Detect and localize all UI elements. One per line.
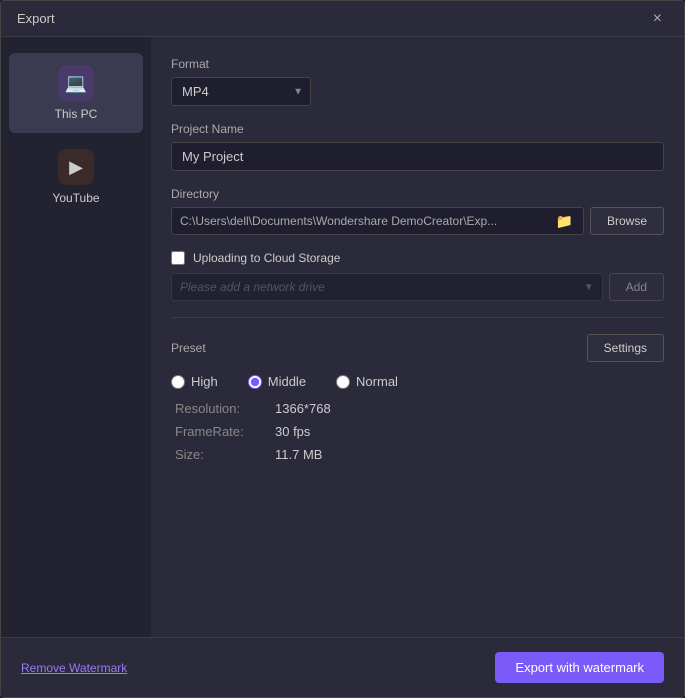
- network-drive-arrow: ▼: [584, 282, 594, 293]
- preset-middle-option[interactable]: Middle: [248, 374, 306, 389]
- project-name-group: Project Name: [171, 122, 664, 171]
- directory-input-wrap: C:\Users\dell\Documents\Wondershare Demo…: [171, 207, 584, 235]
- resolution-value: 1366*768: [275, 401, 331, 416]
- preset-high-option[interactable]: High: [171, 374, 218, 389]
- network-drive-row: Please add a network drive ▼ Add: [171, 273, 664, 301]
- project-name-input[interactable]: [171, 142, 664, 171]
- cloud-section: Uploading to Cloud Storage Please add a …: [171, 251, 664, 301]
- preset-normal-option[interactable]: Normal: [336, 374, 398, 389]
- add-network-button[interactable]: Add: [609, 273, 664, 301]
- directory-label: Directory: [171, 187, 664, 201]
- spec-row-resolution: Resolution: 1366*768: [175, 401, 664, 416]
- specs-table: Resolution: 1366*768 FrameRate: 30 fps S…: [175, 401, 664, 462]
- remove-watermark-button[interactable]: Remove Watermark: [21, 661, 127, 675]
- dialog-content: 💻 This PC ▶ YouTube Format MP4 AVI MOV G…: [1, 37, 684, 637]
- format-group: Format MP4 AVI MOV GIF ▼: [171, 57, 664, 106]
- framerate-key: FrameRate:: [175, 424, 275, 439]
- sidebar-label-youtube: YouTube: [52, 191, 99, 205]
- browse-button[interactable]: Browse: [590, 207, 664, 235]
- sidebar-item-youtube[interactable]: ▶ YouTube: [9, 137, 143, 217]
- preset-middle-radio[interactable]: [248, 375, 262, 389]
- main-panel: Format MP4 AVI MOV GIF ▼ Project Name: [151, 37, 684, 637]
- format-select[interactable]: MP4 AVI MOV GIF: [171, 77, 311, 106]
- format-select-wrapper: MP4 AVI MOV GIF ▼: [171, 77, 311, 106]
- dialog-title: Export: [17, 11, 55, 26]
- settings-button[interactable]: Settings: [587, 334, 664, 362]
- preset-middle-label: Middle: [268, 374, 306, 389]
- export-dialog: Export × 💻 This PC ▶ YouTube Format MP4 …: [0, 0, 685, 698]
- close-button[interactable]: ×: [647, 9, 668, 29]
- framerate-value: 30 fps: [275, 424, 310, 439]
- footer: Remove Watermark Export with watermark: [1, 637, 684, 697]
- preset-section: Preset Settings High Middle Normal: [171, 334, 664, 462]
- folder-icon-button[interactable]: 📁: [554, 211, 575, 232]
- export-button[interactable]: Export with watermark: [495, 652, 664, 683]
- sidebar-label-this-pc: This PC: [55, 107, 98, 121]
- size-key: Size:: [175, 447, 275, 462]
- preset-high-label: High: [191, 374, 218, 389]
- sidebar: 💻 This PC ▶ YouTube: [1, 37, 151, 637]
- format-label: Format: [171, 57, 664, 71]
- spec-row-framerate: FrameRate: 30 fps: [175, 424, 664, 439]
- resolution-key: Resolution:: [175, 401, 275, 416]
- title-bar: Export ×: [1, 1, 684, 37]
- spec-row-size: Size: 11.7 MB: [175, 447, 664, 462]
- size-value: 11.7 MB: [275, 447, 322, 462]
- preset-normal-radio[interactable]: [336, 375, 350, 389]
- directory-row: C:\Users\dell\Documents\Wondershare Demo…: [171, 207, 664, 235]
- network-drive-input-wrap: Please add a network drive ▼: [171, 273, 603, 301]
- cloud-checkbox[interactable]: [171, 251, 185, 265]
- directory-path: C:\Users\dell\Documents\Wondershare Demo…: [180, 208, 548, 234]
- preset-label: Preset: [171, 341, 206, 355]
- preset-radio-group: High Middle Normal: [171, 374, 664, 389]
- divider: [171, 317, 664, 318]
- youtube-icon: ▶: [58, 149, 94, 185]
- preset-normal-label: Normal: [356, 374, 398, 389]
- project-name-label: Project Name: [171, 122, 664, 136]
- directory-group: Directory C:\Users\dell\Documents\Wonder…: [171, 187, 664, 235]
- this-pc-icon: 💻: [58, 65, 94, 101]
- sidebar-item-this-pc[interactable]: 💻 This PC: [9, 53, 143, 133]
- network-drive-placeholder: Please add a network drive: [180, 274, 578, 300]
- preset-header: Preset Settings: [171, 334, 664, 362]
- preset-high-radio[interactable]: [171, 375, 185, 389]
- cloud-checkbox-row: Uploading to Cloud Storage: [171, 251, 664, 265]
- cloud-checkbox-label[interactable]: Uploading to Cloud Storage: [193, 251, 340, 265]
